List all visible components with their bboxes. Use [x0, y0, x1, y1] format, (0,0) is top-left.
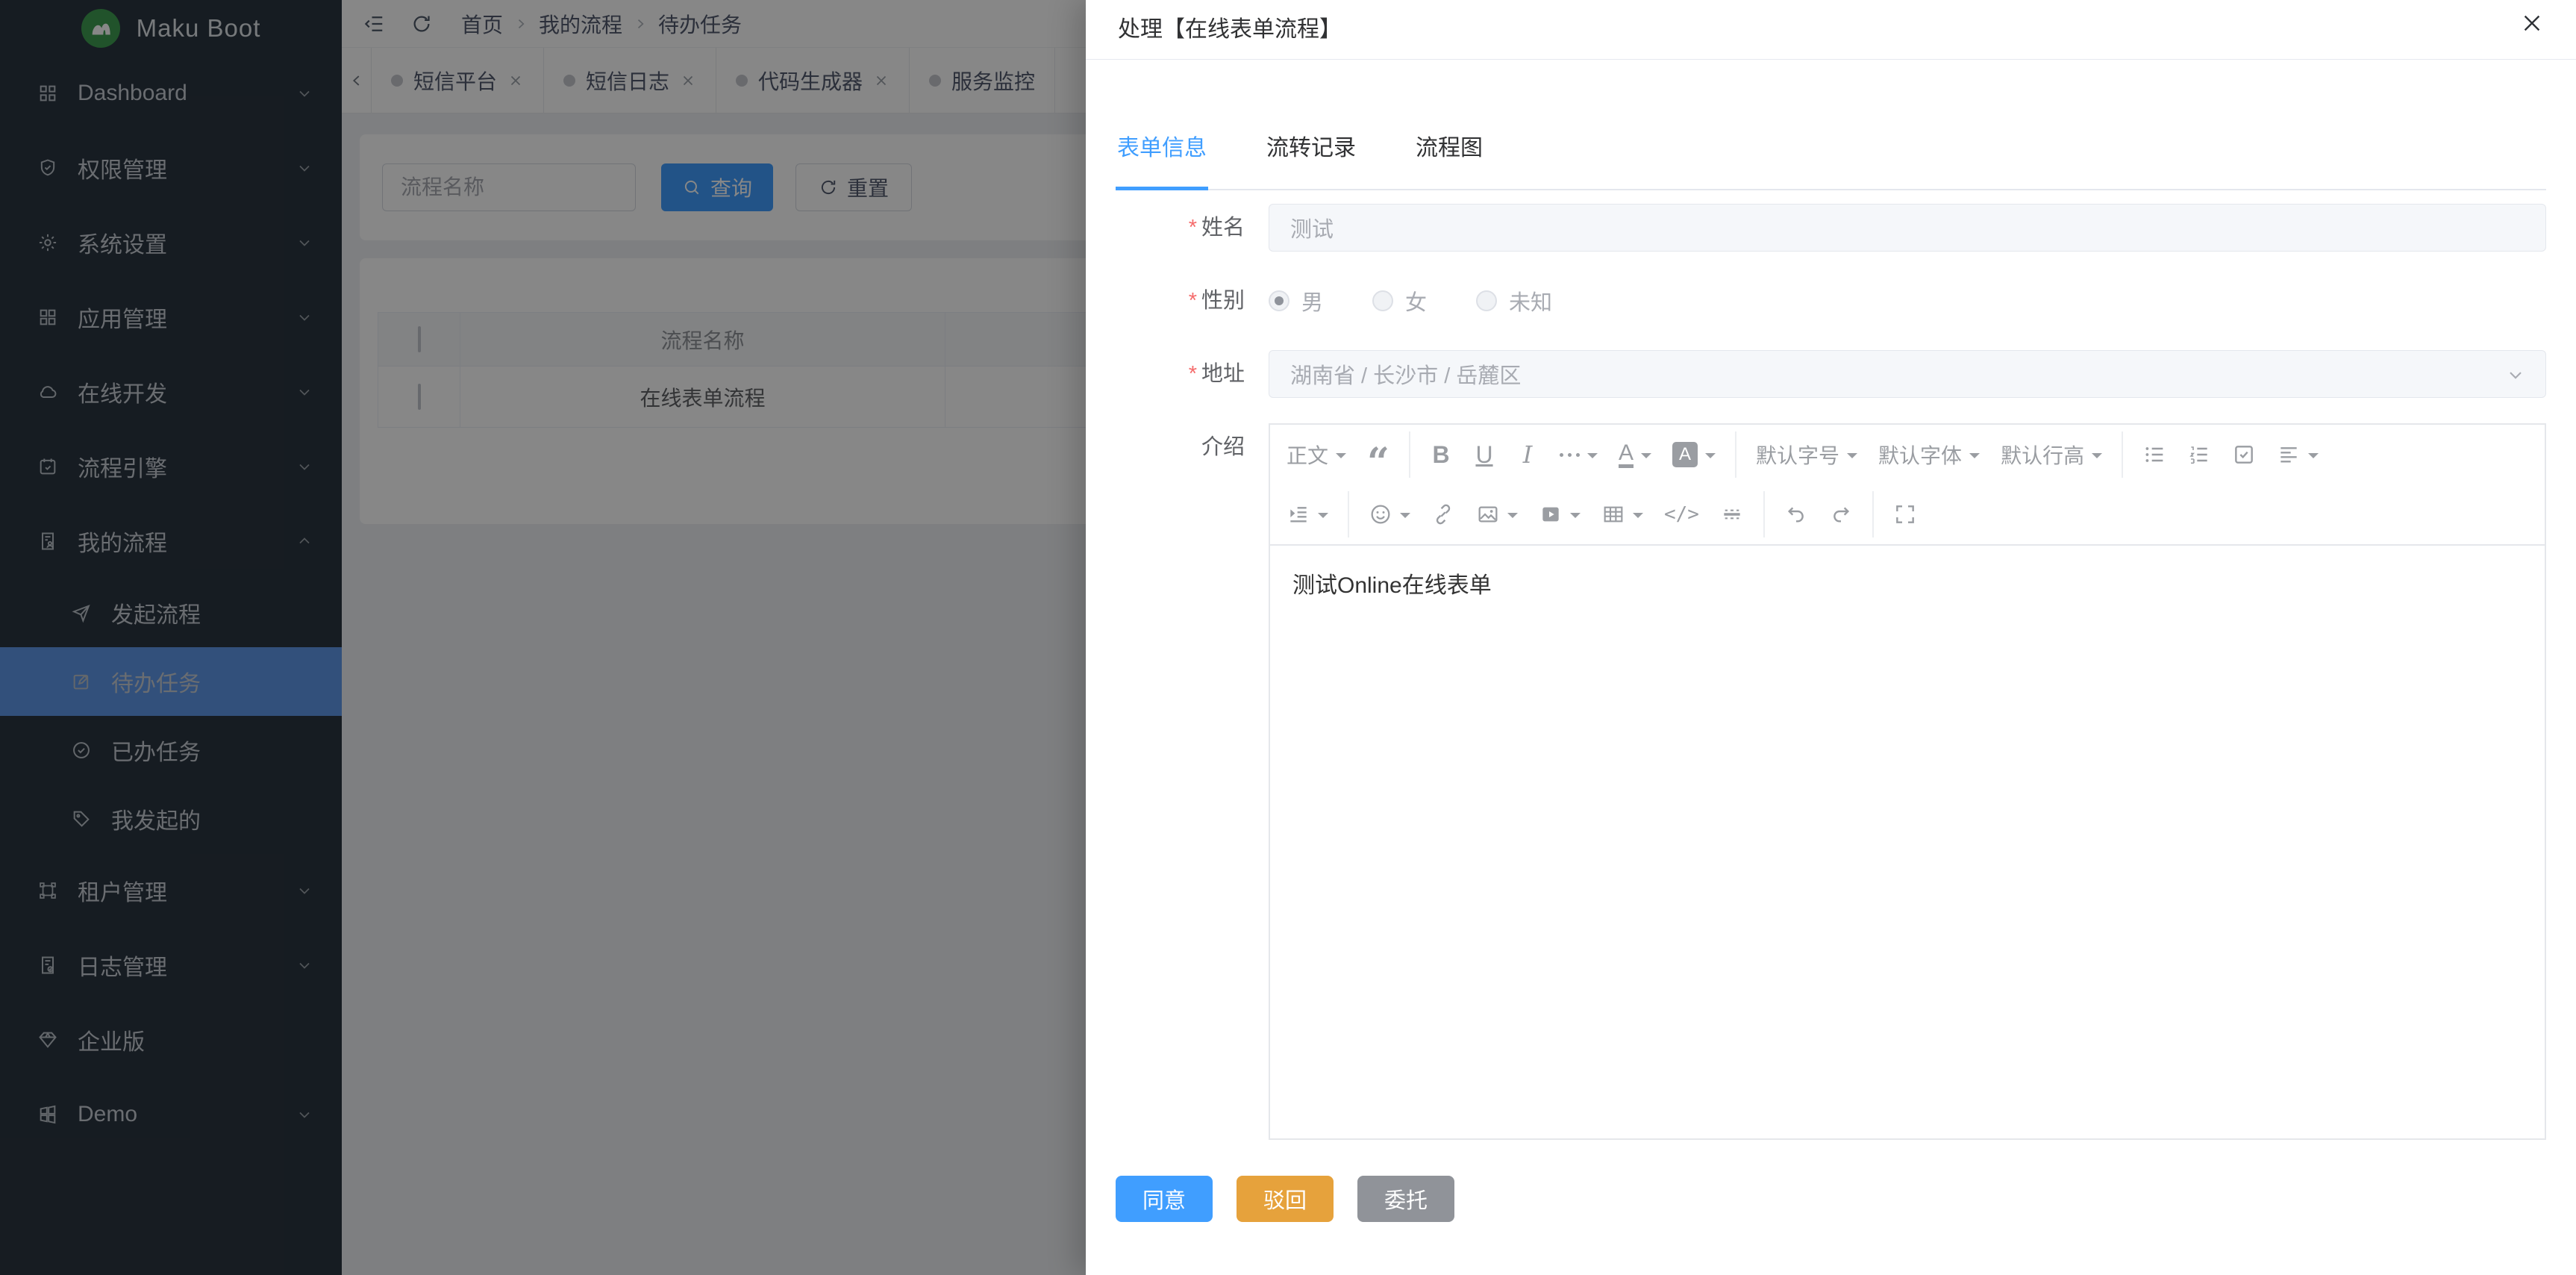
reject-button[interactable]: 驳回 — [1237, 1176, 1334, 1222]
address-cascader[interactable]: 湖南省 / 长沙市 / 岳麓区 — [1269, 350, 2546, 398]
name-field[interactable] — [1269, 204, 2546, 252]
editor-toolbar: 正文 “ B U I A A 默认 — [1270, 425, 2545, 546]
editor-content[interactable]: 测试Online在线表单 — [1270, 546, 2545, 620]
caret-down-icon — [1570, 513, 1581, 523]
toolbar-divider — [1763, 491, 1765, 537]
editor-toolbar-row-2: </> — [1276, 484, 2539, 544]
ordered-list-button[interactable] — [2177, 431, 2222, 478]
image-dropdown[interactable] — [1466, 490, 1528, 538]
process-drawer: 处理【在线表单流程】 表单信息 流转记录 流程图 姓名 性别 — [1086, 0, 2576, 1275]
tab-flow-records[interactable]: 流转记录 — [1265, 129, 1357, 189]
tab-form-info[interactable]: 表单信息 — [1116, 129, 1208, 189]
table-dropdown[interactable] — [1591, 490, 1654, 538]
gender-radio-group: 男 女 未知 — [1269, 277, 2546, 325]
drawer-title: 处理【在线表单流程】 — [1118, 10, 1342, 43]
form-row-intro: 介绍 正文 “ B U I — [1116, 423, 2546, 1140]
font-family-dropdown[interactable]: 默认字体 — [1868, 431, 1990, 478]
caret-down-icon — [1318, 513, 1328, 523]
toolbar-divider — [1348, 491, 1349, 537]
caret-down-icon — [1587, 453, 1598, 464]
intro-label: 介绍 — [1116, 423, 1269, 471]
process-form: 姓名 性别 男 女 — [1116, 204, 2546, 1222]
name-label: 姓名 — [1116, 204, 1269, 252]
code-block-button[interactable]: </> — [1654, 490, 1710, 538]
form-row-address: 地址 湖南省 / 长沙市 / 岳麓区 — [1116, 350, 2546, 398]
highlight-color-dropdown[interactable]: A — [1662, 431, 1726, 478]
address-label: 地址 — [1116, 350, 1269, 398]
radio-icon — [1476, 290, 1497, 311]
line-height-dropdown[interactable]: 默认行高 — [1990, 431, 2113, 478]
indent-dropdown[interactable] — [1276, 490, 1339, 538]
caret-down-icon — [2092, 453, 2102, 464]
link-button[interactable] — [1421, 490, 1466, 538]
bullet-list-button[interactable] — [2132, 431, 2177, 478]
toolbar-divider — [1872, 491, 1874, 537]
form-row-name: 姓名 — [1116, 204, 2546, 252]
redo-button[interactable] — [1819, 490, 1863, 538]
gender-label: 性别 — [1116, 277, 1269, 325]
caret-down-icon — [1847, 453, 1857, 464]
close-icon[interactable] — [2521, 12, 2543, 34]
caret-down-icon — [1641, 453, 1651, 464]
drawer-body: 表单信息 流转记录 流程图 姓名 性别 男 — [1086, 60, 2576, 1222]
toolbar-divider — [1735, 431, 1736, 478]
form-row-gender: 性别 男 女 未知 — [1116, 277, 2546, 325]
video-dropdown[interactable] — [1528, 490, 1591, 538]
divider-button[interactable] — [1710, 490, 1754, 538]
caret-down-icon — [1400, 513, 1410, 523]
caret-down-icon — [1336, 453, 1346, 464]
approve-button[interactable]: 同意 — [1116, 1176, 1213, 1222]
toolbar-divider — [1409, 431, 1410, 478]
radio-label: 女 — [1405, 285, 1427, 317]
app-root: Maku Boot Dashboard 权限管理 系统设置 应用管理 — [0, 0, 2576, 1275]
chevron-down-icon — [2505, 364, 2526, 385]
radio-label: 未知 — [1509, 285, 1552, 317]
paragraph-style-dropdown[interactable]: 正文 — [1276, 431, 1357, 478]
italic-button[interactable]: I — [1506, 431, 1549, 478]
more-styles-dropdown[interactable] — [1549, 431, 1608, 478]
underline-button[interactable]: U — [1463, 431, 1506, 478]
tab-flow-diagram[interactable]: 流程图 — [1414, 129, 1484, 189]
font-size-dropdown[interactable]: 默认字号 — [1745, 431, 1868, 478]
drawer-actions: 同意 驳回 委托 — [1116, 1176, 2546, 1222]
undo-button[interactable] — [1774, 490, 1819, 538]
rich-text-editor: 正文 “ B U I A A 默认 — [1269, 423, 2546, 1140]
blockquote-button[interactable]: “ — [1357, 431, 1400, 478]
address-value: 湖南省 / 长沙市 / 岳麓区 — [1290, 358, 1521, 390]
drawer-tabs: 表单信息 流转记录 流程图 — [1116, 60, 2546, 190]
caret-down-icon — [1969, 453, 1980, 464]
delegate-button[interactable]: 委托 — [1357, 1176, 1454, 1222]
radio-unknown[interactable]: 未知 — [1476, 285, 1552, 317]
radio-male[interactable]: 男 — [1269, 285, 1323, 317]
caret-down-icon — [2308, 453, 2319, 464]
radio-female[interactable]: 女 — [1372, 285, 1427, 317]
align-dropdown[interactable] — [2266, 431, 2329, 478]
font-color-dropdown[interactable]: A — [1608, 431, 1662, 478]
todo-list-button[interactable] — [2222, 431, 2266, 478]
editor-toolbar-row-1: 正文 “ B U I A A 默认 — [1276, 425, 2539, 484]
bold-button[interactable]: B — [1419, 431, 1463, 478]
radio-label: 男 — [1301, 285, 1323, 317]
caret-down-icon — [1633, 513, 1643, 523]
emoji-dropdown[interactable] — [1358, 490, 1421, 538]
fullscreen-button[interactable] — [1883, 490, 1928, 538]
caret-down-icon — [1705, 453, 1716, 464]
caret-down-icon — [1507, 513, 1518, 523]
toolbar-divider — [2122, 431, 2123, 478]
radio-icon — [1372, 290, 1393, 311]
radio-selected-icon — [1269, 290, 1289, 311]
drawer-header: 处理【在线表单流程】 — [1086, 0, 2576, 60]
